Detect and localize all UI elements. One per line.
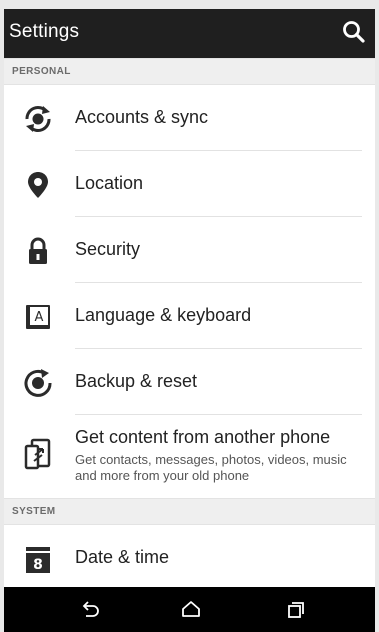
search-icon[interactable] <box>341 19 367 45</box>
settings-item-date-time[interactable]: 8 Date & time <box>4 525 375 591</box>
settings-item-label: Date & time <box>75 547 170 567</box>
settings-item-description: Get contacts, messages, photos, videos, … <box>75 452 347 483</box>
settings-item-security[interactable]: Security <box>4 217 375 283</box>
section-label: PERSONAL <box>12 66 71 77</box>
system-nav-bar <box>4 587 375 632</box>
settings-item-location[interactable]: Location <box>4 151 375 217</box>
section-header-personal: PERSONAL <box>4 58 375 85</box>
keyboard-letter-glyph: A <box>35 310 44 325</box>
app-bar: Settings <box>4 9 375 58</box>
home-icon[interactable] <box>178 597 204 623</box>
back-icon[interactable] <box>77 597 103 623</box>
settings-item-language-keyboard[interactable]: A Language & keyboard <box>4 283 375 349</box>
calendar-day-glyph: 8 <box>33 557 43 573</box>
settings-item-backup-reset[interactable]: Backup & reset <box>4 349 375 415</box>
settings-item-label: Security <box>75 239 141 259</box>
settings-item-transfer-content[interactable]: Get content from another phone Get conta… <box>4 415 375 493</box>
recents-icon[interactable] <box>283 597 309 623</box>
settings-item-label: Accounts & sync <box>75 107 209 127</box>
settings-item-label: Location <box>75 173 144 193</box>
section-label: SYSTEM <box>12 506 56 517</box>
section-header-system: SYSTEM <box>4 498 375 525</box>
settings-item-accounts-sync[interactable]: Accounts & sync <box>4 85 375 151</box>
keyboard-letter-icon: A <box>26 305 50 329</box>
lock-icon <box>29 237 47 264</box>
settings-item-label: Get content from another phone <box>75 427 331 447</box>
calendar-icon: 8 <box>26 547 50 573</box>
settings-item-label: Backup & reset <box>75 371 198 391</box>
sync-icon <box>25 106 51 132</box>
page-title: Settings <box>9 21 80 42</box>
settings-item-label: Language & keyboard <box>75 305 252 325</box>
phone-transfer-icon <box>24 438 51 470</box>
backup-reset-icon <box>24 369 52 397</box>
location-pin-icon <box>28 172 48 198</box>
settings-screen: Settings PERSONAL Accounts & sync Locati… <box>4 9 375 632</box>
